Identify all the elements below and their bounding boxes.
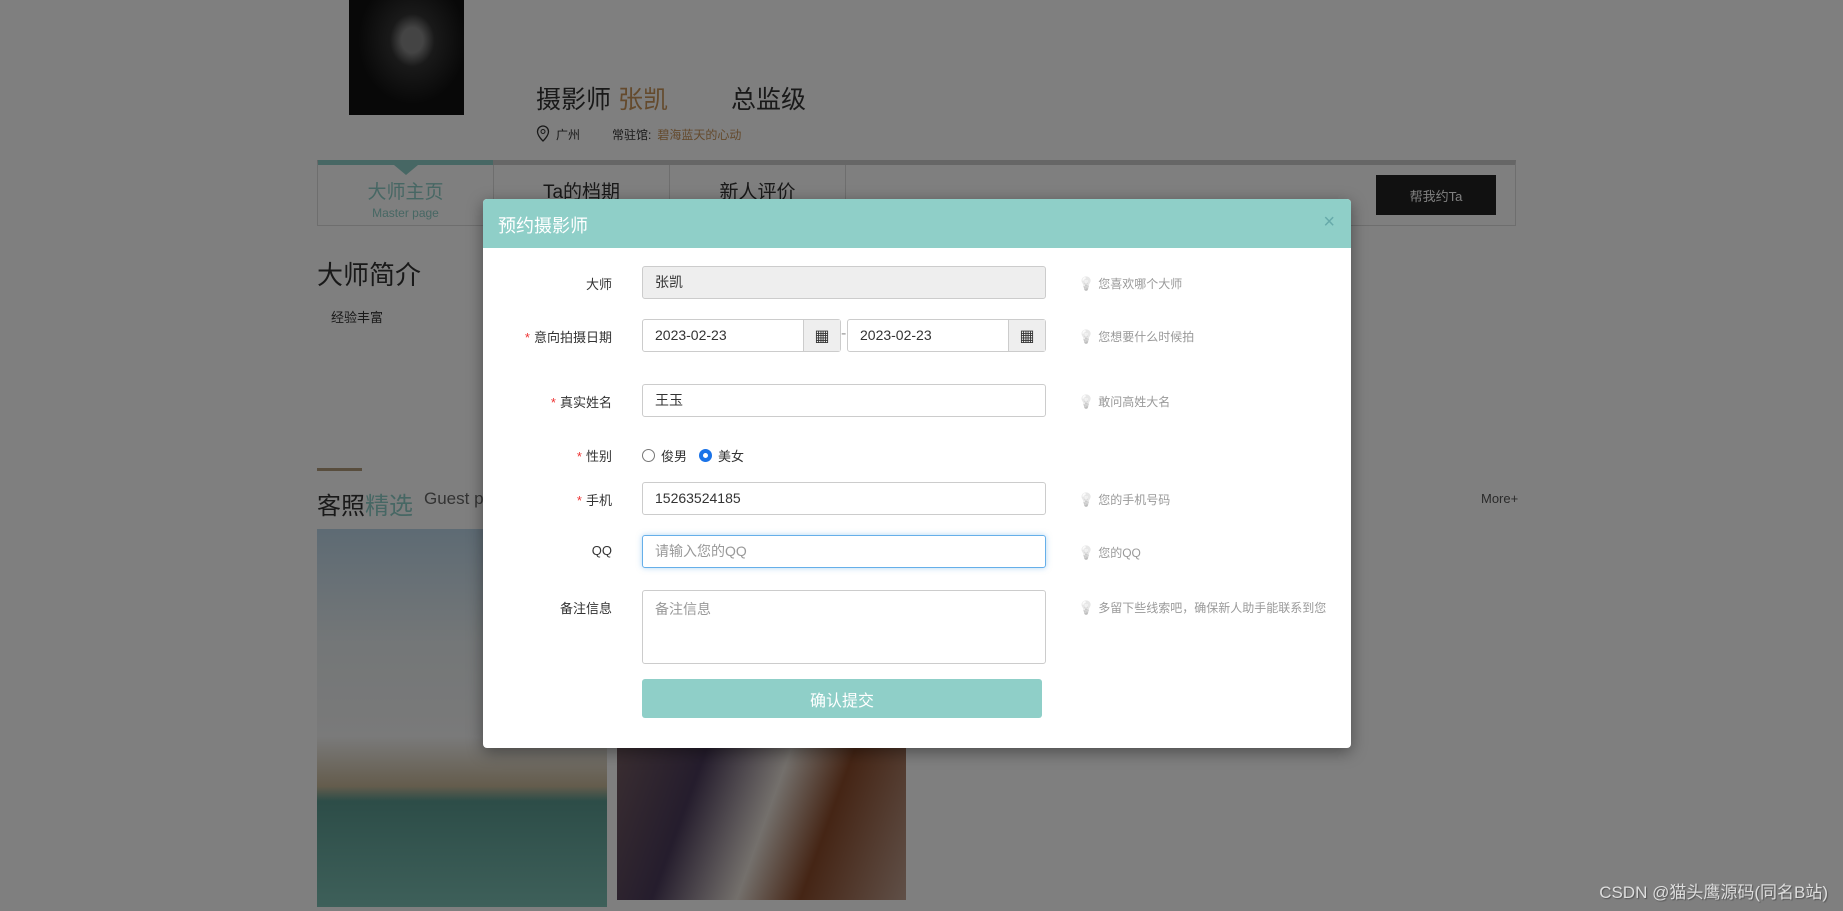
lightbulb-icon: 💡 bbox=[1078, 275, 1095, 291]
modal-header: 预约摄影师 × bbox=[483, 199, 1351, 248]
name-row: * 真实姓名 王玉 💡 敢问高姓大名 bbox=[483, 384, 1351, 417]
gender-row: * 性别 俊男 美女 bbox=[483, 438, 1351, 471]
note-label: 备注信息 bbox=[559, 601, 612, 616]
date-separator: - bbox=[841, 325, 847, 342]
master-label: 大师 bbox=[585, 277, 612, 292]
booking-modal: 预约摄影师 × 大师 张凯 💡 您喜欢哪个大师 * 意向拍摄日期 2023-02-23… bbox=[483, 199, 1351, 748]
hint-text: 您喜欢哪个大师 bbox=[1098, 277, 1183, 291]
hint-text: 敢问高姓大名 bbox=[1098, 395, 1171, 409]
phone-input[interactable]: 15263524185 bbox=[642, 482, 1046, 515]
name-input[interactable]: 王玉 bbox=[642, 384, 1046, 417]
lightbulb-icon: 💡 bbox=[1078, 393, 1095, 409]
lightbulb-icon: 💡 bbox=[1078, 491, 1095, 507]
phone-hint: 💡 您的手机号码 bbox=[1078, 491, 1170, 508]
gender-radio-group: 俊男 美女 bbox=[642, 446, 744, 465]
radio-male[interactable] bbox=[642, 449, 655, 462]
label-text: 真实姓名 bbox=[559, 395, 612, 410]
hint-text: 您的手机号码 bbox=[1098, 493, 1171, 507]
date-to-field[interactable]: 2023-02-23 ▦ bbox=[847, 319, 1046, 352]
required-mark: * bbox=[576, 449, 582, 464]
date-to-value[interactable]: 2023-02-23 bbox=[848, 320, 1008, 351]
date-from-field[interactable]: 2023-02-23 ▦ bbox=[642, 319, 841, 352]
label-text: 意向拍摄日期 bbox=[533, 330, 612, 345]
hint-text: 您的QQ bbox=[1098, 546, 1141, 560]
radio-label[interactable]: 美女 bbox=[718, 446, 744, 465]
radio-female[interactable] bbox=[699, 449, 713, 462]
phone-row: * 手机 15263524185 💡 您的手机号码 bbox=[483, 482, 1351, 515]
watermark: CSDN @猫头鹰源码(同名B站) bbox=[1599, 883, 1828, 902]
lightbulb-icon: 💡 bbox=[1078, 544, 1095, 560]
qq-label: QQ bbox=[591, 543, 612, 558]
qq-hint: 💡 您的QQ bbox=[1078, 544, 1141, 561]
label-text: 性别 bbox=[585, 449, 612, 464]
required-mark: * bbox=[576, 493, 582, 508]
phone-label: * 手机 bbox=[577, 490, 612, 509]
date-hint: 💡 您想要什么时候拍 bbox=[1078, 328, 1194, 345]
calendar-icon[interactable]: ▦ bbox=[803, 320, 840, 351]
lightbulb-icon: 💡 bbox=[1078, 328, 1095, 344]
hint-text: 多留下些线索吧，确保新人助手能联系到您 bbox=[1098, 601, 1327, 615]
required-mark: * bbox=[550, 395, 556, 410]
master-hint: 💡 您喜欢哪个大师 bbox=[1078, 275, 1182, 292]
calendar-icon[interactable]: ▦ bbox=[1008, 320, 1045, 351]
master-row: 大师 张凯 💡 您喜欢哪个大师 bbox=[483, 266, 1351, 299]
close-icon[interactable]: × bbox=[1323, 211, 1335, 234]
label-text: 手机 bbox=[585, 493, 612, 508]
name-hint: 💡 敢问高姓大名 bbox=[1078, 393, 1170, 410]
submit-button[interactable]: 确认提交 bbox=[642, 679, 1042, 718]
date-from-value[interactable]: 2023-02-23 bbox=[643, 320, 803, 351]
lightbulb-icon: 💡 bbox=[1078, 599, 1095, 615]
hint-text: 您想要什么时候拍 bbox=[1098, 330, 1195, 344]
note-textarea[interactable]: 备注信息 bbox=[642, 590, 1046, 664]
required-mark: * bbox=[524, 330, 530, 345]
master-input: 张凯 bbox=[642, 266, 1046, 299]
name-label: * 真实姓名 bbox=[551, 392, 612, 411]
gender-label: * 性别 bbox=[577, 446, 612, 465]
modal-title: 预约摄影师 bbox=[498, 216, 588, 236]
date-row: * 意向拍摄日期 2023-02-23 ▦ - 2023-02-23 ▦ 💡 您想要什么… bbox=[483, 319, 1351, 352]
radio-label[interactable]: 俊男 bbox=[661, 446, 687, 465]
date-label: * 意向拍摄日期 bbox=[525, 327, 612, 346]
qq-input[interactable]: 请输入您的QQ bbox=[642, 535, 1046, 568]
qq-row: QQ 请输入您的QQ 💡 您的QQ bbox=[483, 535, 1351, 568]
note-hint: 💡 多留下些线索吧，确保新人助手能联系到您 bbox=[1078, 599, 1326, 616]
